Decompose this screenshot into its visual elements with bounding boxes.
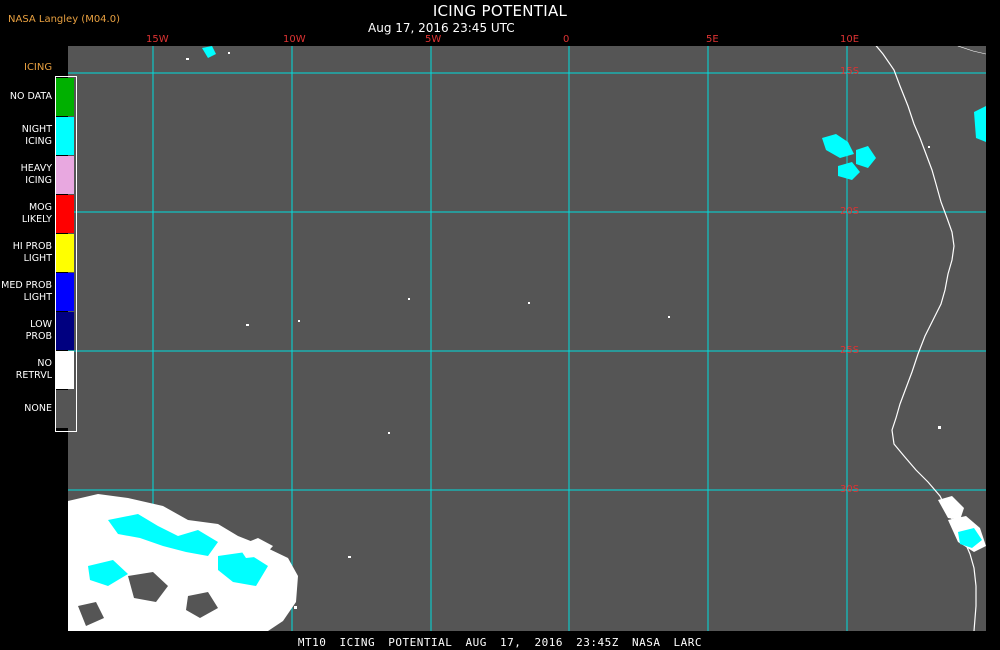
map-area[interactable] <box>68 46 986 631</box>
map-timestamp: Aug 17, 2016 23:45 UTC <box>368 21 515 35</box>
cloud-cluster-southwest <box>68 494 298 631</box>
coastline <box>875 46 977 631</box>
legend-swatch <box>56 156 74 194</box>
legend-title: ICING <box>24 62 53 73</box>
legend-swatch <box>56 195 74 233</box>
cloud-cluster-southeast <box>938 496 986 552</box>
legend-swatch <box>56 117 74 155</box>
scattered-pixels <box>186 52 941 609</box>
lon-label-10w: 10W <box>283 34 306 45</box>
lon-label-0: 0 <box>563 34 570 45</box>
legend-swatch <box>56 312 74 350</box>
inland-border <box>957 46 986 55</box>
legend-label: NONE <box>24 403 52 414</box>
lat-label-25s: 25S <box>840 345 860 356</box>
legend-swatch <box>56 390 74 428</box>
map-title: ICING POTENTIAL <box>432 2 568 20</box>
legend-swatch <box>56 351 74 389</box>
legend-label: LOW PROB <box>25 319 52 342</box>
legend-label: NO DATA <box>9 91 52 102</box>
lat-label-20s: 20S <box>840 206 860 217</box>
cloud-cluster-north <box>202 46 216 58</box>
lat-label-30s: 30S <box>840 484 860 495</box>
footer-caption: MT10 ICING POTENTIAL AUG 17, 2016 23:45Z… <box>297 636 703 649</box>
legend-swatch <box>56 234 74 272</box>
legend-label: HI PROB LIGHT <box>12 241 52 264</box>
map-canvas <box>68 46 986 631</box>
legend-label: NO RETRVL <box>15 358 52 381</box>
lon-label-15w: 15W <box>146 34 169 45</box>
legend-label: HEAVY ICING <box>20 163 52 186</box>
lat-label-15s: 15S <box>840 66 860 77</box>
lon-label-10e: 10E <box>840 34 860 45</box>
lon-label-5w: 5W <box>425 34 442 45</box>
legend-label: MOG LIKELY <box>21 202 52 225</box>
lon-label-5e: 5E <box>706 34 719 45</box>
legend-swatch <box>56 78 74 116</box>
legend-swatch <box>56 273 74 311</box>
legend-label: NIGHT ICING <box>21 124 52 147</box>
legend-label: MED PROB LIGHT <box>1 280 52 303</box>
